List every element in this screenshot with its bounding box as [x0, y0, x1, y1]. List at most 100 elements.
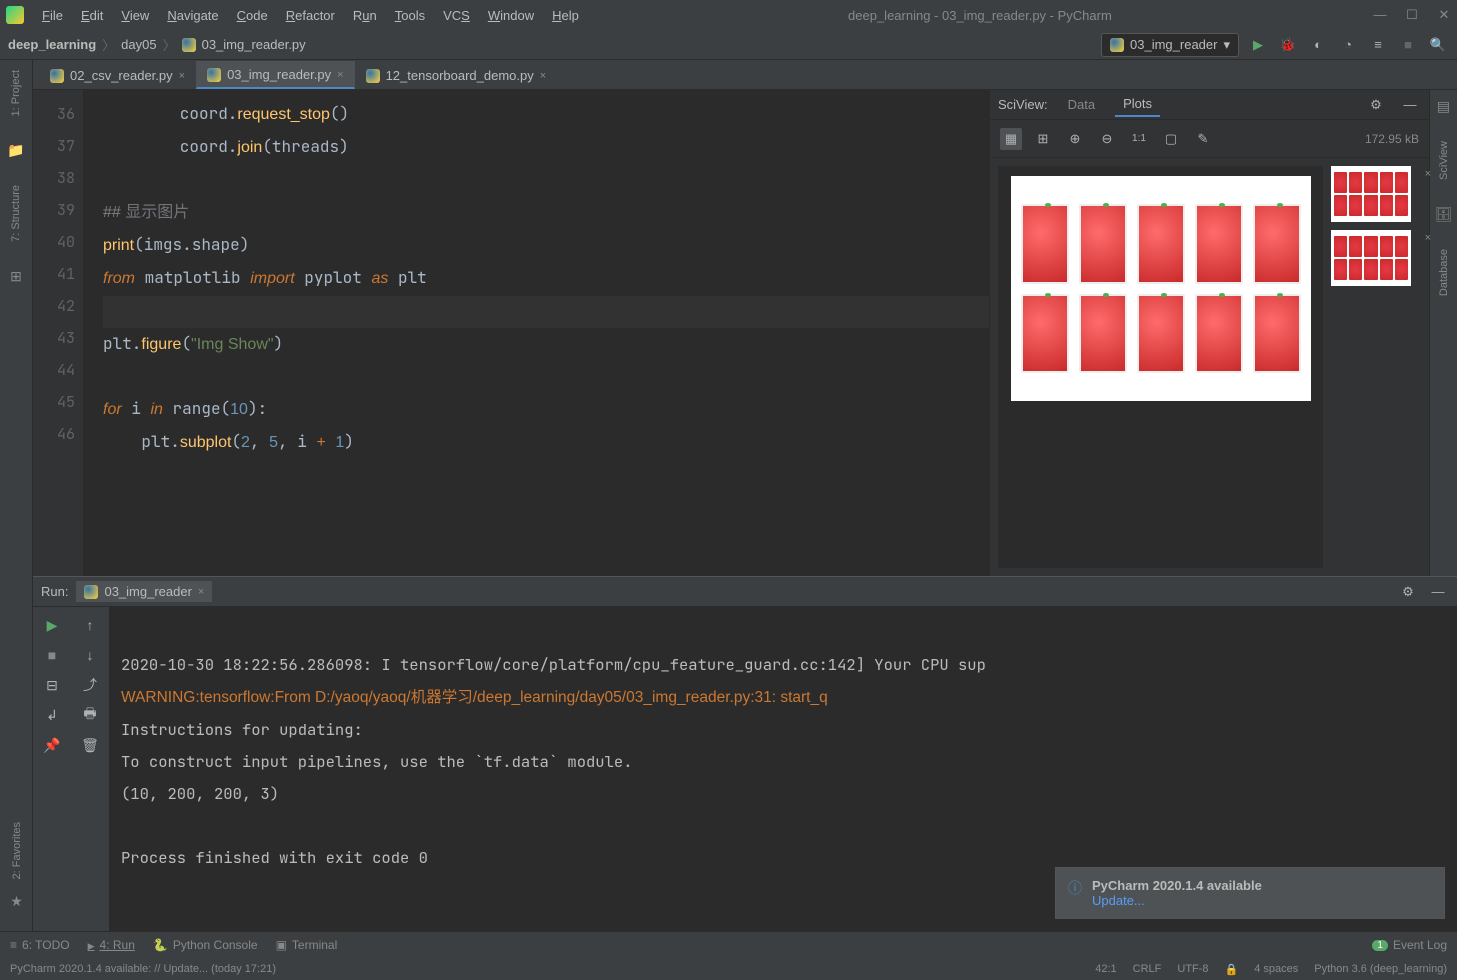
down-arrow-button[interactable]: ↓: [78, 643, 102, 667]
run-tool-button[interactable]: 4: Run: [88, 938, 135, 952]
database-icon[interactable]: 🗄: [1435, 206, 1453, 223]
soft-wrap-button[interactable]: ↲: [40, 703, 64, 727]
actual-size-icon[interactable]: 1:1: [1128, 128, 1150, 150]
menu-view[interactable]: View: [113, 4, 157, 27]
tab-12-tensorboard[interactable]: 12_tensorboard_demo.py ×: [355, 62, 558, 89]
run-tool-window: Run: 03_img_reader × ⚙ — ▶ ■ ⊟ ↲ 📌: [33, 576, 1457, 931]
run-config-name: 03_img_reader: [1130, 37, 1217, 52]
chevron-right-icon: 〉: [102, 35, 115, 54]
menu-code[interactable]: Code: [229, 4, 276, 27]
structure-icon[interactable]: ⊞: [10, 268, 22, 285]
layout-button[interactable]: ⊟: [40, 673, 64, 697]
zoom-out-icon[interactable]: ⊖: [1096, 128, 1118, 150]
print-button[interactable]: 🖶: [78, 703, 102, 727]
file-encoding[interactable]: UTF-8: [1177, 963, 1208, 976]
favorites-tool-tab[interactable]: 2: Favorites: [9, 816, 25, 885]
concurrency-button[interactable]: ≡: [1367, 34, 1389, 56]
lock-icon[interactable]: 🔒: [1225, 963, 1239, 976]
sciview-tool-tab[interactable]: SciView: [1436, 135, 1452, 186]
gear-icon[interactable]: ⚙: [1365, 94, 1387, 116]
close-tab-icon[interactable]: ×: [540, 70, 546, 82]
run-tab[interactable]: 03_img_reader ×: [76, 581, 212, 602]
terminal-button[interactable]: ▣Terminal: [276, 938, 338, 952]
menu-edit[interactable]: Edit: [73, 4, 111, 27]
export-button[interactable]: ⤴: [78, 673, 102, 697]
search-everywhere-button[interactable]: 🔍: [1427, 34, 1449, 56]
caret-position[interactable]: 42:1: [1095, 963, 1116, 976]
plot-main-view[interactable]: [998, 166, 1323, 568]
python-file-icon: [1110, 38, 1124, 52]
terminal-icon: ▣: [276, 938, 287, 952]
maximize-button[interactable]: ☐: [1405, 7, 1419, 23]
menu-run[interactable]: Run: [345, 4, 385, 27]
todo-tool-button[interactable]: ≡6: TODO: [10, 938, 70, 952]
up-arrow-button[interactable]: ↑: [78, 613, 102, 637]
tab-02-csv-reader[interactable]: 02_csv_reader.py ×: [39, 62, 196, 89]
folder-icon[interactable]: 📁: [7, 142, 24, 159]
close-thumbnail-icon[interactable]: ×: [1425, 168, 1431, 180]
debug-button[interactable]: 🐞: [1277, 34, 1299, 56]
gear-icon[interactable]: ⚙: [1397, 581, 1419, 603]
save-icon[interactable]: ▢: [1160, 128, 1182, 150]
menu-refactor[interactable]: Refactor: [278, 4, 343, 27]
profile-button[interactable]: ◔: [1337, 34, 1359, 56]
left-bottom-stripe: 2: Favorites ★: [0, 816, 33, 910]
menu-file[interactable]: File: [34, 4, 71, 27]
code-editor[interactable]: 36 37 38 39 40 41 42 43 44 45 46 coord.r…: [33, 90, 989, 576]
minimize-panel-icon[interactable]: —: [1399, 94, 1421, 116]
breadcrumb-file[interactable]: 03_img_reader.py: [202, 37, 306, 52]
menu-tools[interactable]: Tools: [387, 4, 433, 27]
stop-run-button[interactable]: ■: [40, 643, 64, 667]
tab-03-img-reader[interactable]: 03_img_reader.py ×: [196, 61, 355, 89]
close-tab-icon[interactable]: ×: [179, 70, 185, 82]
breadcrumb-folder[interactable]: day05: [121, 37, 156, 52]
close-tab-icon[interactable]: ×: [337, 69, 343, 81]
run-config-selector[interactable]: 03_img_reader ▾: [1101, 33, 1239, 57]
update-link[interactable]: Update...: [1092, 893, 1262, 908]
python-file-icon: [182, 38, 196, 52]
breadcrumb-root[interactable]: deep_learning: [8, 37, 96, 52]
close-run-tab-icon[interactable]: ×: [198, 586, 204, 598]
menu-window[interactable]: Window: [480, 4, 542, 27]
status-message[interactable]: PyCharm 2020.1.4 available: // Update...…: [10, 963, 276, 975]
run-button[interactable]: ▶: [1247, 34, 1269, 56]
star-icon[interactable]: ★: [10, 893, 23, 910]
coverage-button[interactable]: ◐: [1307, 34, 1329, 56]
color-picker-icon[interactable]: ✎: [1192, 128, 1214, 150]
run-title: Run:: [41, 584, 68, 599]
structure-tool-tab[interactable]: 7: Structure: [8, 179, 24, 248]
python-console-button[interactable]: 🐍Python Console: [153, 938, 258, 952]
fit-icon[interactable]: ▦: [1000, 128, 1022, 150]
close-button[interactable]: ✕: [1437, 7, 1451, 23]
python-interpreter[interactable]: Python 3.6 (deep_learning): [1314, 963, 1447, 976]
sciview-tab-plots[interactable]: Plots: [1115, 92, 1160, 117]
bottom-tool-bar: ≡6: TODO 4: Run 🐍Python Console ▣Termina…: [0, 931, 1457, 958]
event-log-button[interactable]: 1 Event Log: [1372, 938, 1447, 952]
project-tool-tab[interactable]: 1: Project: [8, 64, 24, 122]
run-left-toolbar: ▶ ■ ⊟ ↲ 📌: [33, 607, 71, 931]
apple-image: [1021, 294, 1069, 374]
zoom-in-icon[interactable]: ⊕: [1064, 128, 1086, 150]
menu-vcs[interactable]: VCS: [435, 4, 478, 27]
sciview-tab-data[interactable]: Data: [1060, 93, 1103, 116]
database-tool-tab[interactable]: Database: [1436, 243, 1452, 302]
plot-thumbnail[interactable]: [1331, 230, 1411, 286]
plot-thumbnail[interactable]: [1331, 166, 1411, 222]
code-area[interactable]: coord.request_stop() coord.join(threads)…: [83, 90, 989, 576]
stop-button[interactable]: ■: [1397, 34, 1419, 56]
grid-icon[interactable]: ⊞: [1032, 128, 1054, 150]
close-thumbnail-icon[interactable]: ×: [1425, 232, 1431, 244]
line-separator[interactable]: CRLF: [1133, 963, 1162, 976]
sciview-title: SciView:: [998, 97, 1048, 112]
pin-button[interactable]: 📌: [40, 733, 64, 757]
rerun-button[interactable]: ▶: [40, 613, 64, 637]
indent-info[interactable]: 4 spaces: [1254, 963, 1298, 976]
minimize-panel-icon[interactable]: —: [1427, 581, 1449, 603]
left-tool-stripe: 1: Project 📁 7: Structure ⊞: [0, 60, 33, 931]
sciview-icon[interactable]: ▤: [1437, 98, 1450, 115]
minimize-button[interactable]: —: [1373, 7, 1387, 23]
line-gutter: 36 37 38 39 40 41 42 43 44 45 46: [33, 90, 83, 576]
menu-navigate[interactable]: Navigate: [159, 4, 226, 27]
clear-button[interactable]: 🗑: [78, 733, 102, 757]
menu-help[interactable]: Help: [544, 4, 587, 27]
